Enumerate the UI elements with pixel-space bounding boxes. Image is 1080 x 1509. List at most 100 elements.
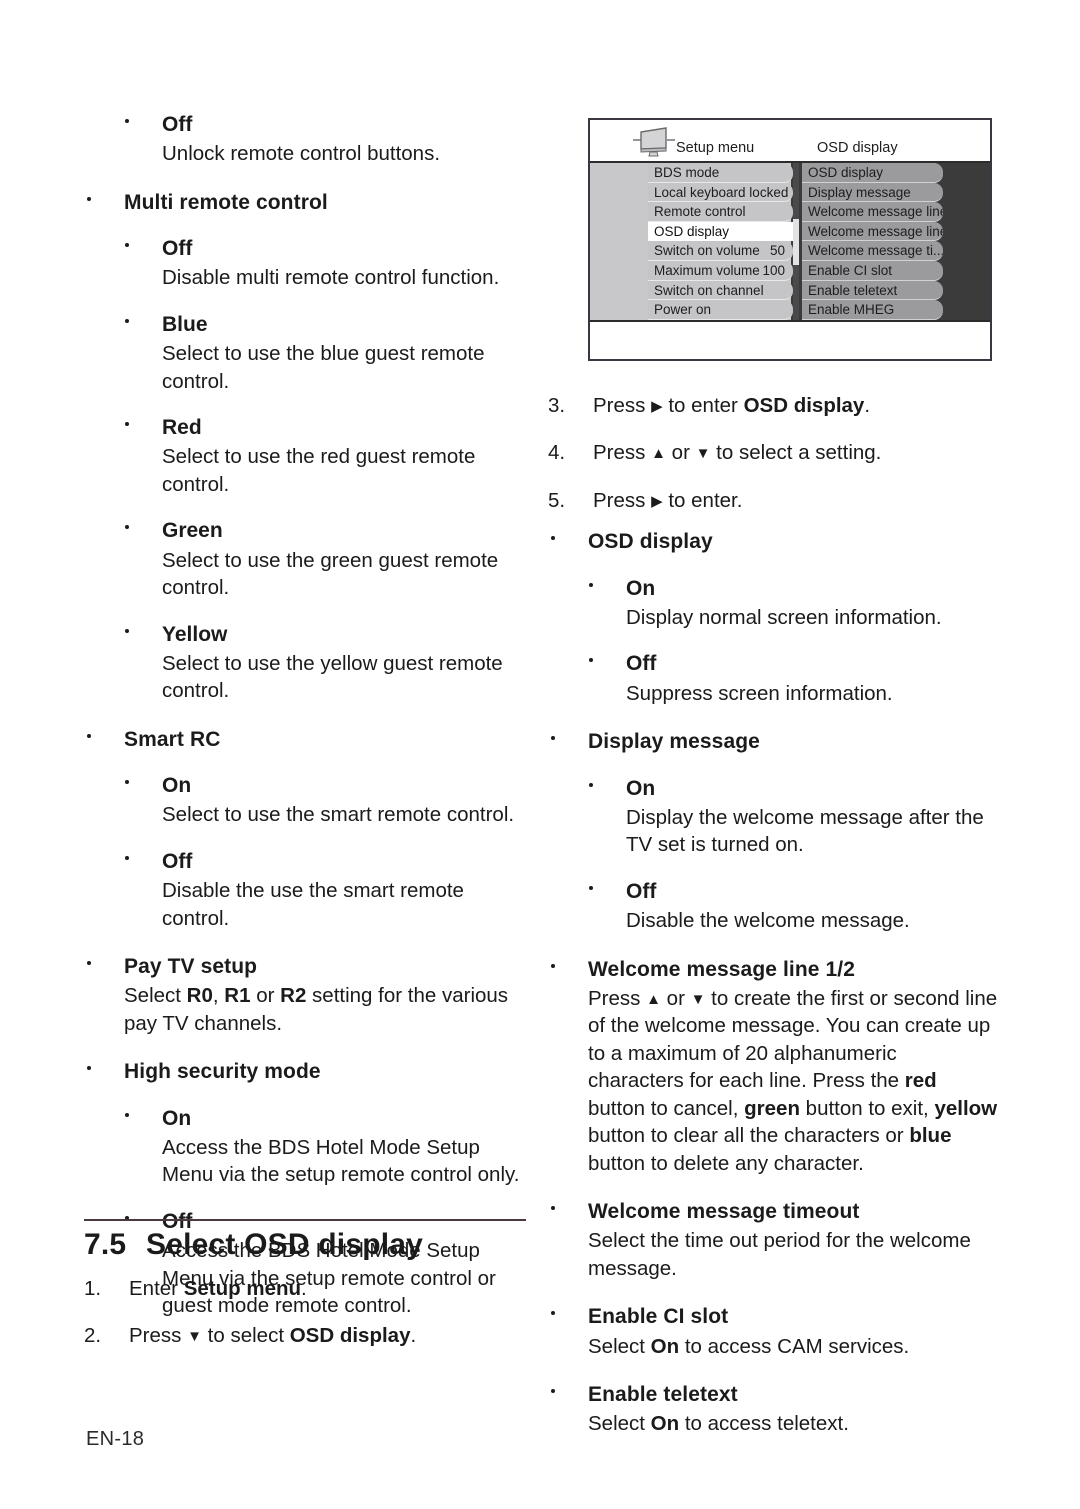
bullet-item-welcome-message-line-1-2: Welcome message line 1/2 Press ▲ or ▼ to … <box>548 956 998 1178</box>
left-text-column: Off Unlock remote control buttons. Multi r… <box>84 92 529 1320</box>
bullet-item-body: Disable the welcome message. <box>626 909 910 933</box>
bullet-item-body: Select to use the yellow guest remote co… <box>162 651 503 703</box>
bullet-item-body: Suppress screen information. <box>626 681 893 705</box>
bullet-dot-icon <box>589 582 593 587</box>
bullet-dot-icon <box>125 422 129 427</box>
bullet-item-body: Select the time out period for the welco… <box>588 1229 971 1280</box>
bullet-dot-icon <box>551 536 555 541</box>
numbered-step-2: 2. Press ▼ to select OSD display. <box>84 1322 534 1349</box>
tv-menu-item-label: Enable CI slot <box>808 262 893 278</box>
bullet-dot-icon <box>125 243 129 248</box>
tv-menu-item-osd-display[interactable]: OSD display <box>648 221 793 242</box>
bullet-item-off: Off Disable the use the smart remote cont… <box>122 848 529 932</box>
bullet-item-heading: OSD display <box>588 530 713 554</box>
step-number: 1. <box>84 1277 102 1300</box>
tv-menu-item-display-message[interactable]: Display message <box>802 182 943 203</box>
bullet-item-enable-teletext: Enable teletext Select On to access telet… <box>548 1381 998 1438</box>
bullet-item-heading: Off <box>162 849 193 873</box>
bullet-item-body: Select On to access teletext. <box>588 1412 849 1436</box>
page-folio: EN-18 <box>86 1428 145 1450</box>
bullet-item-welcome-message-timeout: Welcome message timeout Select the time o… <box>548 1198 998 1282</box>
tv-menu-item-welcome-message-line-2[interactable]: Welcome message line 2 <box>802 221 943 242</box>
section-number: 7.5 <box>84 1228 127 1261</box>
tv-menu-header: Setup menu OSD display <box>590 120 990 163</box>
bullet-item-body: Unlock remote control buttons. <box>162 142 441 166</box>
tv-menu-item-label: Maximum volume <box>654 262 760 278</box>
tv-menu-item-label: Remote control <box>654 204 746 220</box>
bullet-dot-icon <box>125 855 129 860</box>
bullet-item-heading: High security mode <box>124 1060 321 1084</box>
bullet-item-body: Disable multi remote control function. <box>162 266 500 290</box>
numbered-step-5: 5. Press ▶ to enter. <box>548 487 998 514</box>
bullet-item-heading: Enable CI slot <box>588 1305 729 1329</box>
tv-menu-item-enable-teletext[interactable]: Enable teletext <box>802 280 943 301</box>
bullet-item-body: Display the welcome message after the TV… <box>626 805 984 857</box>
tv-osd-display-list[interactable]: OSD display Display message Welcome messag… <box>802 163 943 320</box>
bullet-item-smart-rc: Smart RC <box>84 726 529 753</box>
tv-menu-item-power-on[interactable]: Power on <box>648 300 793 320</box>
bullet-item-body: Disable the use the smart remote control… <box>162 879 464 930</box>
bullet-item-heading: Welcome message line 1/2 <box>588 957 855 981</box>
tv-menu-item-enable-ci-slot[interactable]: Enable CI slot <box>802 260 943 281</box>
bullet-dot-icon <box>551 963 555 968</box>
bullet-item-heading: Welcome message timeout <box>588 1200 860 1224</box>
bullet-item-heading: Off <box>162 237 193 261</box>
step-number: 5. <box>548 488 566 512</box>
numbered-step-3: 3. Press ▶ to enter OSD display. <box>548 392 998 419</box>
bullet-item-body: Select R0, R1 or R2 setting for the vari… <box>124 984 509 1035</box>
tv-menu-item-welcome-message-ti[interactable]: Welcome message ti... <box>802 241 943 261</box>
bullet-item-heading: Display message <box>588 730 760 754</box>
bullet-item-red: Red Select to use the red guest remote co… <box>122 414 529 498</box>
bullet-item-heading: On <box>626 576 656 600</box>
tv-menu-item-label: Local keyboard locked <box>654 184 789 200</box>
step-text: Press ▶ to enter OSD display. <box>593 394 871 417</box>
bullet-item-pay-tv-setup: Pay TV setup Select R0, R1 or R2 setting … <box>84 953 529 1037</box>
tv-menu-item-welcome-message-line-1[interactable]: Welcome message line 1 <box>802 202 943 222</box>
step-number: 2. <box>84 1324 102 1348</box>
bullet-dot-icon <box>589 885 593 890</box>
tv-menu-item-maximum-volume[interactable]: Maximum volume 100 <box>648 260 793 281</box>
step-text: Press ▼ to select OSD display. <box>129 1324 417 1348</box>
bullet-item-body: Select to use the smart remote control. <box>162 803 515 827</box>
tv-menu-item-switch-on-channel[interactable]: Switch on channel <box>648 280 793 301</box>
bullet-dot-icon <box>87 196 91 201</box>
bullet-item-heading: Blue <box>162 312 208 336</box>
tv-menu-item-remote-control[interactable]: Remote control <box>648 202 793 222</box>
tv-menu-item-switch-on-volume[interactable]: Switch on volume 50 <box>648 241 793 261</box>
bullet-item-multi-remote-control: Multi remote control <box>84 189 529 216</box>
tv-menu-item-enable-mheg[interactable]: Enable MHEG <box>802 300 943 320</box>
bullet-item-enable-ci-slot: Enable CI slot Select On to access CAM se… <box>548 1303 998 1360</box>
bullet-item-green: Green Select to use the green guest remot… <box>122 517 529 601</box>
bullet-item-body: Access the BDS Hotel Mode Setup Menu via… <box>162 1135 520 1187</box>
bullet-dot-icon <box>125 525 129 530</box>
bullet-item-off: Off Unlock remote control buttons. <box>122 111 529 168</box>
tv-setup-menu-list[interactable]: BDS mode Local keyboard locked Remote cont… <box>648 163 793 320</box>
bullet-item-heading: Pay TV setup <box>124 955 258 979</box>
bullet-item-blue: Blue Select to use the blue guest remote … <box>122 311 529 395</box>
bullet-item-heading: Yellow <box>162 622 228 646</box>
bullet-item-display-message: Display message <box>548 728 998 755</box>
tv-menu-item-bds-mode[interactable]: BDS mode <box>648 163 793 183</box>
bullet-dot-icon <box>87 733 91 738</box>
bullet-item-heading: Off <box>162 113 193 136</box>
tv-menu-item-local-keyboard-locked[interactable]: Local keyboard locked <box>648 182 793 203</box>
tv-menu-item-label: Welcome message line 2 <box>808 223 943 239</box>
tv-scrollbar-thumb[interactable] <box>793 219 799 265</box>
tv-menu-item-osd-display[interactable]: OSD display <box>802 163 943 183</box>
bullet-item-yellow: Yellow Select to use the yellow guest rem… <box>122 621 529 705</box>
tv-menu-item-label: Display message <box>808 184 911 200</box>
bullet-item-heading: Smart RC <box>124 727 221 751</box>
numbered-step-4: 4. Press ▲ or ▼ to select a setting. <box>548 439 998 466</box>
bullet-item-on: On Display normal screen information. <box>586 575 998 632</box>
section-heading-7-5: 7.5 Select OSD display <box>84 1228 544 1262</box>
bullet-item-osd-display: OSD display <box>548 528 998 555</box>
tv-header-setup-menu-label: Setup menu <box>676 140 755 156</box>
tv-menu-item-label: Switch on volume <box>654 243 760 259</box>
bullet-item-high-security-mode: High security mode <box>84 1058 529 1085</box>
bullet-dot-icon <box>589 658 593 663</box>
bullet-item-off: Off Disable multi remote control function… <box>122 235 529 292</box>
bullet-dot-icon <box>125 318 129 323</box>
tv-menu-item-label: OSD display <box>654 223 730 239</box>
tv-menu-body: BDS mode Local keyboard locked Remote cont… <box>590 163 990 320</box>
bullet-dot-icon <box>589 782 593 787</box>
